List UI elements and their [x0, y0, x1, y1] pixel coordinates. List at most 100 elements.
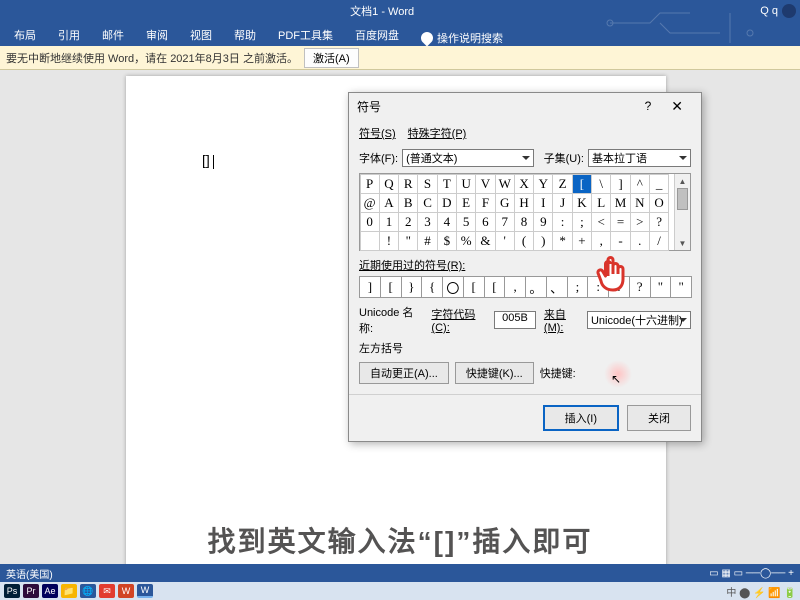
symbol-cell[interactable]: H	[514, 193, 534, 213]
recent-symbol[interactable]: ]	[359, 276, 381, 298]
dialog-titlebar[interactable]: 符号 ? ✕	[349, 93, 701, 119]
taskbar-app-icon[interactable]: Ae	[42, 584, 58, 598]
symbol-cell[interactable]: '	[495, 231, 515, 251]
symbol-cell[interactable]: L	[591, 193, 611, 213]
symbol-cell[interactable]	[360, 231, 380, 251]
symbol-cell[interactable]: T	[437, 174, 457, 194]
symbol-cell[interactable]: F	[475, 193, 495, 213]
tab-symbols[interactable]: 符号(S)	[359, 125, 396, 141]
symbol-cell[interactable]: :	[552, 212, 572, 232]
symbol-cell[interactable]: ^	[630, 174, 650, 194]
recent-symbol[interactable]: {	[421, 276, 443, 298]
symbol-cell[interactable]: ?	[649, 212, 669, 232]
recent-symbol[interactable]: }	[401, 276, 423, 298]
insert-button[interactable]: 插入(I)	[543, 405, 619, 431]
symbol-cell[interactable]: A	[379, 193, 399, 213]
view-buttons[interactable]: ▭ ▦ ▭ ──◯── +	[709, 568, 794, 579]
symbol-cell[interactable]: $	[437, 231, 457, 251]
symbol-cell[interactable]: _	[649, 174, 669, 194]
symbol-cell[interactable]: 3	[417, 212, 437, 232]
symbol-cell[interactable]: G	[495, 193, 515, 213]
taskbar-app-icon[interactable]: 🌐	[80, 584, 96, 598]
recent-symbol[interactable]: !	[608, 276, 630, 298]
user-name[interactable]: Q q	[760, 5, 778, 17]
symbol-cell[interactable]: C	[417, 193, 437, 213]
tab-help[interactable]: 帮助	[224, 24, 266, 46]
tab-special-chars[interactable]: 特殊字符(P)	[408, 125, 467, 141]
recent-symbol[interactable]: ;	[567, 276, 589, 298]
symbol-cell[interactable]: 0	[360, 212, 380, 232]
char-code-input[interactable]: 005B	[494, 311, 536, 329]
recent-symbol[interactable]: 、	[546, 276, 568, 298]
symbol-cell[interactable]: M	[610, 193, 630, 213]
from-combobox[interactable]: Unicode(十六进制)	[587, 311, 691, 329]
symbol-cell[interactable]: P	[360, 174, 380, 194]
close-button[interactable]: 关闭	[627, 405, 691, 431]
symbol-cell[interactable]: %	[456, 231, 476, 251]
symbol-cell[interactable]: <	[591, 212, 611, 232]
dialog-help-button[interactable]: ?	[635, 99, 662, 113]
tab-review[interactable]: 审阅	[136, 24, 178, 46]
symbol-cell[interactable]: J	[552, 193, 572, 213]
recent-symbol[interactable]: "	[670, 276, 692, 298]
taskbar-app-icon[interactable]: 📁	[61, 584, 77, 598]
shortcut-key-button[interactable]: 快捷键(K)...	[455, 362, 534, 384]
taskbar-app-icon[interactable]: ✉	[99, 584, 115, 598]
taskbar-app-icon[interactable]: W	[118, 584, 134, 598]
symbol-cell[interactable]: Z	[552, 174, 572, 194]
symbol-cell[interactable]: 7	[495, 212, 515, 232]
grid-scrollbar[interactable]: ▲ ▼	[674, 174, 690, 250]
scroll-down-icon[interactable]: ▼	[675, 236, 690, 250]
recent-symbol[interactable]: :	[587, 276, 609, 298]
symbol-cell[interactable]: "	[398, 231, 418, 251]
symbol-cell[interactable]: I	[533, 193, 553, 213]
tab-references[interactable]: 引用	[48, 24, 90, 46]
symbol-cell[interactable]: R	[398, 174, 418, 194]
symbol-cell[interactable]: K	[572, 193, 592, 213]
symbol-cell[interactable]: #	[417, 231, 437, 251]
symbol-cell[interactable]: B	[398, 193, 418, 213]
symbol-cell[interactable]: U	[456, 174, 476, 194]
symbol-cell[interactable]: W	[495, 174, 515, 194]
symbol-cell[interactable]: \	[591, 174, 611, 194]
symbol-cell[interactable]: Y	[533, 174, 553, 194]
symbol-cell[interactable]: ,	[591, 231, 611, 251]
symbol-cell[interactable]: 1	[379, 212, 399, 232]
symbol-cell[interactable]: E	[456, 193, 476, 213]
scroll-thumb[interactable]	[677, 188, 688, 210]
tab-pdf[interactable]: PDF工具集	[268, 24, 343, 46]
tab-baidu[interactable]: 百度网盘	[345, 24, 409, 46]
tab-mailings[interactable]: 邮件	[92, 24, 134, 46]
symbol-cell[interactable]: &	[475, 231, 495, 251]
symbol-cell[interactable]: [	[572, 174, 592, 194]
symbol-cell[interactable]: O	[649, 193, 669, 213]
symbol-cell[interactable]: 5	[456, 212, 476, 232]
symbol-cell[interactable]: >	[630, 212, 650, 232]
symbol-cell[interactable]: ;	[572, 212, 592, 232]
symbol-cell[interactable]: 4	[437, 212, 457, 232]
dialog-close-button[interactable]: ✕	[661, 98, 693, 115]
symbol-cell[interactable]: 8	[514, 212, 534, 232]
tab-view[interactable]: 视图	[180, 24, 222, 46]
taskbar-app-icon[interactable]: Ps	[4, 584, 20, 598]
scroll-up-icon[interactable]: ▲	[675, 174, 690, 188]
symbol-cell[interactable]: @	[360, 193, 380, 213]
symbol-cell[interactable]: 9	[533, 212, 553, 232]
symbol-cell[interactable]: X	[514, 174, 534, 194]
symbol-cell[interactable]: *	[552, 231, 572, 251]
symbol-cell[interactable]: ]	[610, 174, 630, 194]
taskbar-app-icon[interactable]: Pr	[23, 584, 39, 598]
symbol-cell[interactable]: /	[649, 231, 669, 251]
taskbar-app-icon[interactable]: W	[137, 584, 153, 598]
activate-button[interactable]: 激活(A)	[304, 48, 359, 68]
symbol-cell[interactable]: +	[572, 231, 592, 251]
recent-symbol[interactable]: "	[650, 276, 672, 298]
recent-symbol[interactable]: ,	[504, 276, 526, 298]
tell-me-search[interactable]: 操作说明搜索	[411, 30, 503, 46]
symbol-cell[interactable]: Q	[379, 174, 399, 194]
symbol-cell[interactable]: D	[437, 193, 457, 213]
recent-symbol[interactable]: [	[484, 276, 506, 298]
symbol-cell[interactable]: =	[610, 212, 630, 232]
tab-layout[interactable]: 布局	[4, 24, 46, 46]
status-language[interactable]: 英语(美国)	[6, 566, 53, 581]
